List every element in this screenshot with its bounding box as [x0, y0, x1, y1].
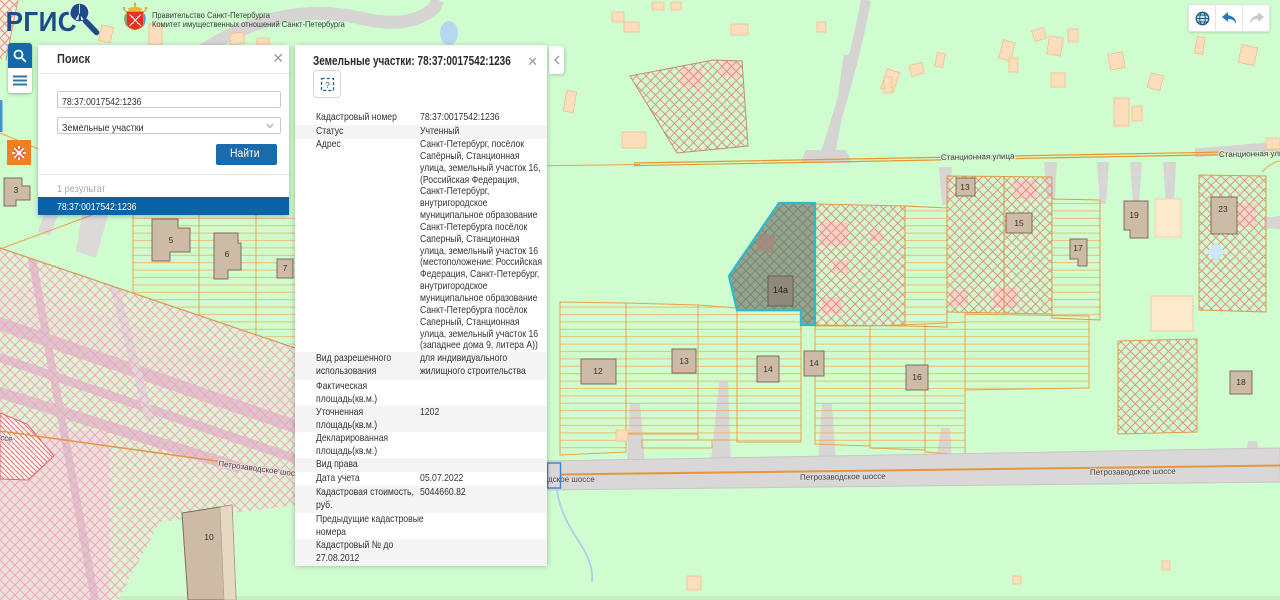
svg-text:14а: 14а [773, 285, 788, 295]
svg-text:13: 13 [960, 182, 970, 192]
svg-text:10: 10 [204, 532, 214, 542]
svg-text:РГИС: РГИС [6, 6, 77, 37]
svg-text:Правительство Санкт-Петербурга: Правительство Санкт-Петербурга [152, 11, 271, 20]
svg-text:14: 14 [809, 358, 819, 368]
svg-text:дское шоссе: дское шоссе [548, 475, 595, 484]
svg-text:19: 19 [1129, 210, 1139, 220]
svg-text:12: 12 [593, 366, 603, 376]
svg-text:?: ? [325, 80, 330, 90]
svg-text:5: 5 [169, 235, 174, 245]
svg-text:18: 18 [1236, 377, 1246, 387]
svg-text:15: 15 [1014, 218, 1024, 228]
svg-text:Станционная улица: Станционная улица [941, 152, 1015, 162]
svg-text:17: 17 [1073, 243, 1083, 253]
svg-text:13: 13 [679, 356, 689, 366]
svg-text:6: 6 [225, 249, 230, 259]
svg-text:23: 23 [1218, 204, 1228, 214]
svg-text:Станционная ули: Станционная ули [1219, 149, 1280, 159]
svg-text:16: 16 [912, 372, 922, 382]
svg-text:Петрозаводское шоссе: Петрозаводское шоссе [800, 472, 886, 482]
svg-text:3: 3 [14, 185, 19, 195]
svg-text:Комитет имущественных отношени: Комитет имущественных отношений Санкт-Пе… [152, 20, 346, 29]
svg-text:Петрозаводское шоссе: Петрозаводское шоссе [1090, 467, 1176, 477]
svg-text:7: 7 [283, 263, 288, 273]
svg-text:ссе: ссе [0, 433, 14, 444]
svg-text:14: 14 [763, 364, 773, 374]
